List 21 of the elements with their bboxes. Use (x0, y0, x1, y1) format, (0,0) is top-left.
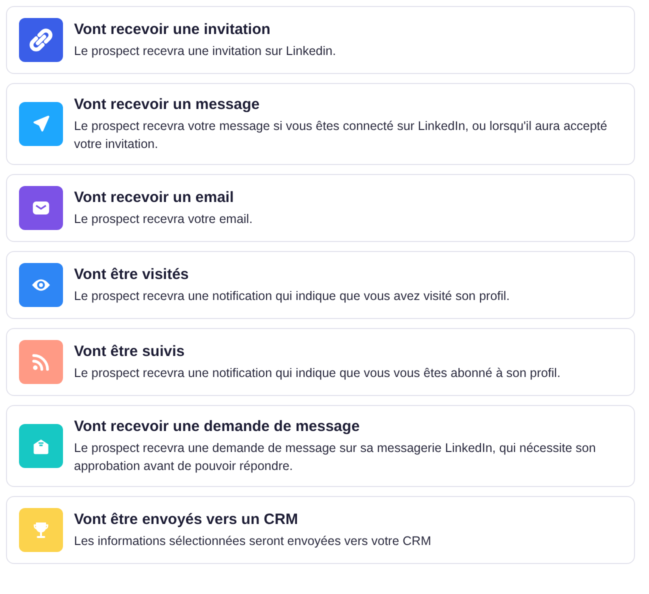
card-description: Le prospect recevra votre message si vous êtes connecté sur LinkedIn, ou lorsqu'il aura accepté votre invitation. (74, 118, 608, 153)
card-description: Les informations sélectionnées seront envoyées vers votre CRM (74, 533, 432, 550)
action-card[interactable]: Vont recevoir une demande de message Le prospect recevra une demande de message sur sa messagerie LinkedIn, qui nécessite son approbation avant de pouvoir répondre. (6, 405, 635, 487)
card-title: Vont recevoir une invitation (74, 20, 272, 40)
card-description: Le prospect recevra une notification qui indique que vous avez visité son profil. (74, 288, 510, 305)
card-title: Vont recevoir un message (74, 95, 261, 115)
action-card[interactable]: Vont recevoir un message Le prospect recevra votre message si vous êtes connecté sur LinkedIn, ou lorsqu'il aura accepté votre invitation. (6, 83, 635, 165)
card-title: Vont être suivis (74, 342, 186, 362)
card-title: Vont recevoir un email (74, 188, 235, 208)
card-description: Le prospect recevra une notification qui indique que vous vous êtes abonné à son profil. (74, 365, 560, 382)
action-card[interactable]: Vont être suivis Le prospect recevra une notification qui indique que vous vous êtes abonné à son profil. (6, 328, 635, 396)
action-card[interactable]: Vont être envoyés vers un CRM Les informations sélectionnées seront envoyées vers votre CRM (6, 496, 635, 564)
card-title: Vont être visités (74, 265, 190, 285)
card-title: Vont être envoyés vers un CRM (74, 510, 299, 530)
card-description: Le prospect recevra votre email. (74, 211, 253, 228)
action-card[interactable]: Vont être visités Le prospect recevra une notification qui indique que vous avez visité son profil. (6, 251, 635, 319)
card-title: Vont recevoir une demande de message (74, 417, 361, 437)
action-card[interactable]: Vont recevoir une invitation Le prospect recevra une invitation sur Linkedin. (6, 6, 635, 74)
action-card[interactable]: Vont recevoir un email Le prospect recevra votre email. (6, 174, 635, 242)
card-description: Le prospect recevra une invitation sur Linkedin. (74, 43, 336, 60)
card-description: Le prospect recevra une demande de message sur sa messagerie LinkedIn, qui nécessite son approbation avant de pouvoir répondre. (74, 440, 597, 475)
